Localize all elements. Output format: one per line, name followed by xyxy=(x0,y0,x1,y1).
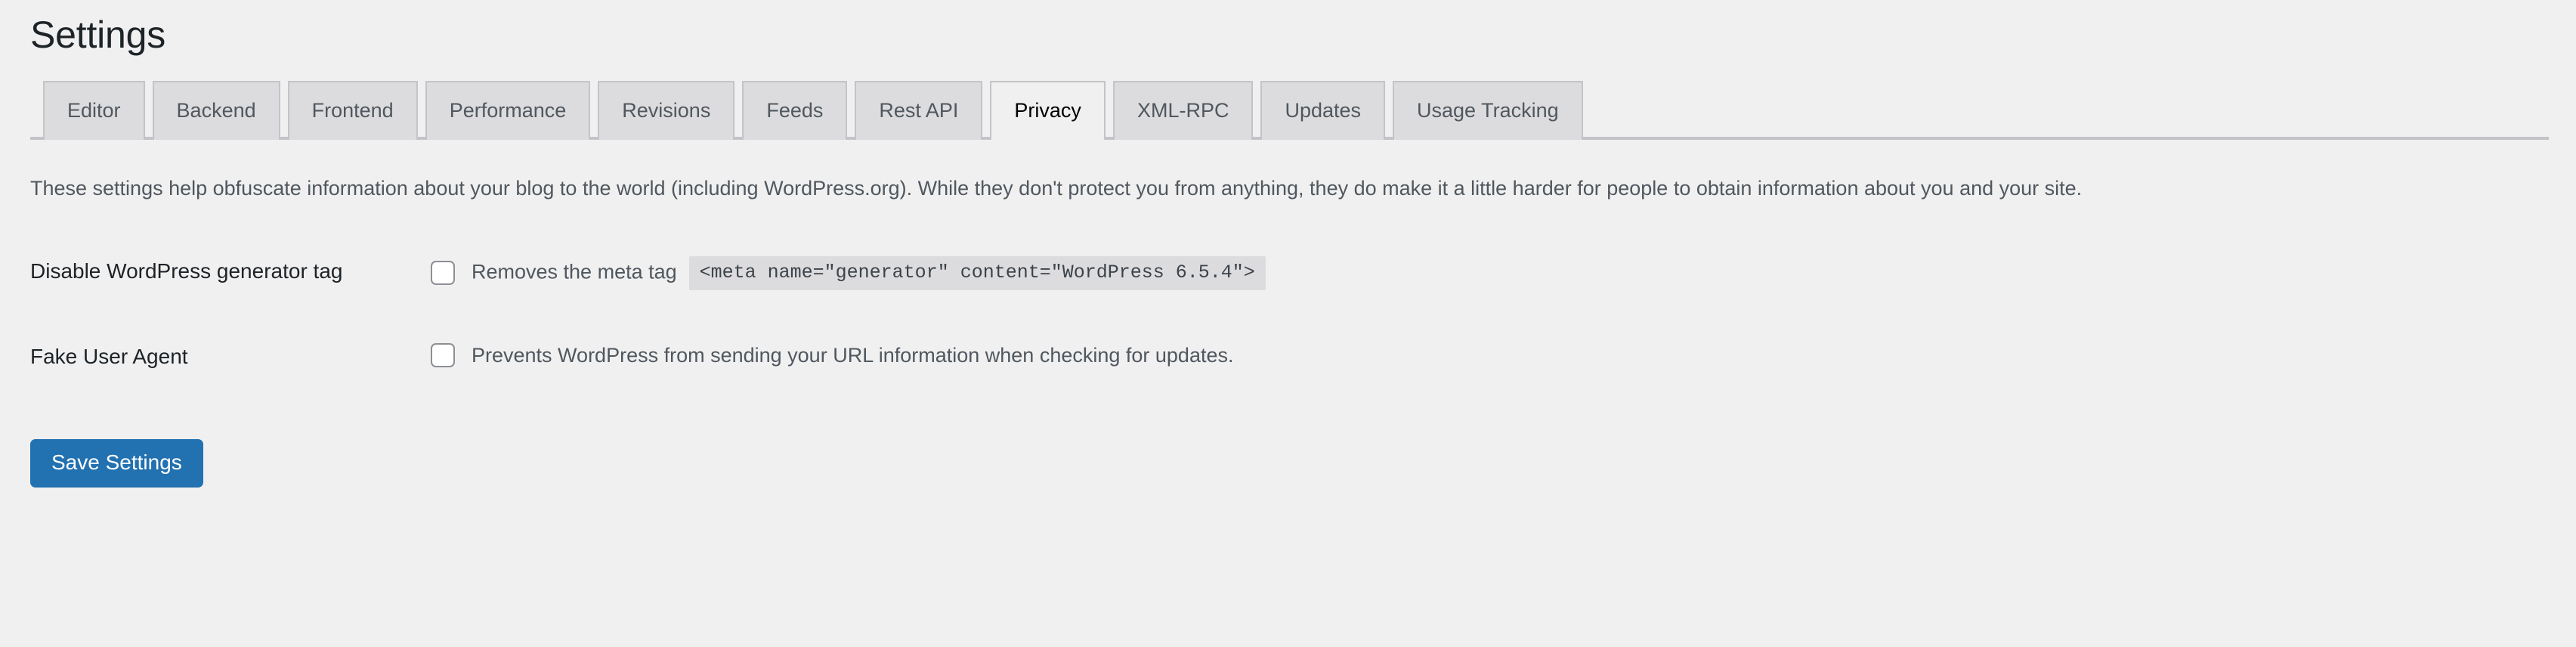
tab-revisions[interactable]: Revisions xyxy=(598,80,735,140)
tab-privacy[interactable]: Privacy xyxy=(990,80,1106,140)
tab-editor[interactable]: Editor xyxy=(43,80,145,140)
generator-meta-tag-code: <meta name="generator" content="WordPres… xyxy=(688,256,1266,290)
tab-frontend[interactable]: Frontend xyxy=(287,80,418,140)
settings-form-table: Disable WordPress generator tag Removes … xyxy=(30,231,2546,397)
tab-usage-tracking[interactable]: Usage Tracking xyxy=(1393,80,1583,140)
field-line: Prevents WordPress from sending your URL… xyxy=(431,342,2546,370)
setting-label-fake-user-agent: Fake User Agent xyxy=(30,344,188,368)
setting-description-generator-tag: Removes the meta tag <meta name="generato… xyxy=(472,256,1266,290)
setting-label-cell: Fake User Agent xyxy=(30,316,431,397)
setting-row-fake-user-agent: Fake User Agent Prevents WordPress from … xyxy=(30,316,2546,397)
setting-description-fake-user-agent: Prevents WordPress from sending your URL… xyxy=(472,343,1234,367)
setting-field-cell: Removes the meta tag <meta name="generato… xyxy=(431,231,2546,316)
setting-description-text: Removes the meta tag xyxy=(472,260,677,283)
submit-area: Save Settings xyxy=(30,397,2546,488)
page-title: Settings xyxy=(30,14,166,56)
tab-rest-api[interactable]: Rest API xyxy=(855,80,983,140)
section-description: These settings help obfuscate informatio… xyxy=(30,176,2083,200)
tab-performance[interactable]: Performance xyxy=(425,80,591,140)
checkbox-disable-generator-tag[interactable] xyxy=(431,261,455,286)
setting-label-generator-tag: Disable WordPress generator tag xyxy=(30,259,343,283)
checkbox-fake-user-agent[interactable] xyxy=(431,343,455,368)
field-line: Removes the meta tag <meta name="generato… xyxy=(431,256,2546,290)
save-settings-button[interactable]: Save Settings xyxy=(30,438,203,488)
setting-row-generator-tag: Disable WordPress generator tag Removes … xyxy=(30,231,2546,316)
settings-page: Settings Editor Backend Frontend Perform… xyxy=(0,0,2576,647)
setting-label-cell: Disable WordPress generator tag xyxy=(30,231,431,316)
tab-backend[interactable]: Backend xyxy=(152,80,280,140)
tab-updates[interactable]: Updates xyxy=(1260,80,1386,140)
tab-feeds[interactable]: Feeds xyxy=(742,80,848,140)
settings-tab-bar: Editor Backend Frontend Performance Revi… xyxy=(30,78,2549,140)
setting-field-cell: Prevents WordPress from sending your URL… xyxy=(431,316,2546,397)
tab-xml-rpc[interactable]: XML-RPC xyxy=(1112,80,1254,140)
